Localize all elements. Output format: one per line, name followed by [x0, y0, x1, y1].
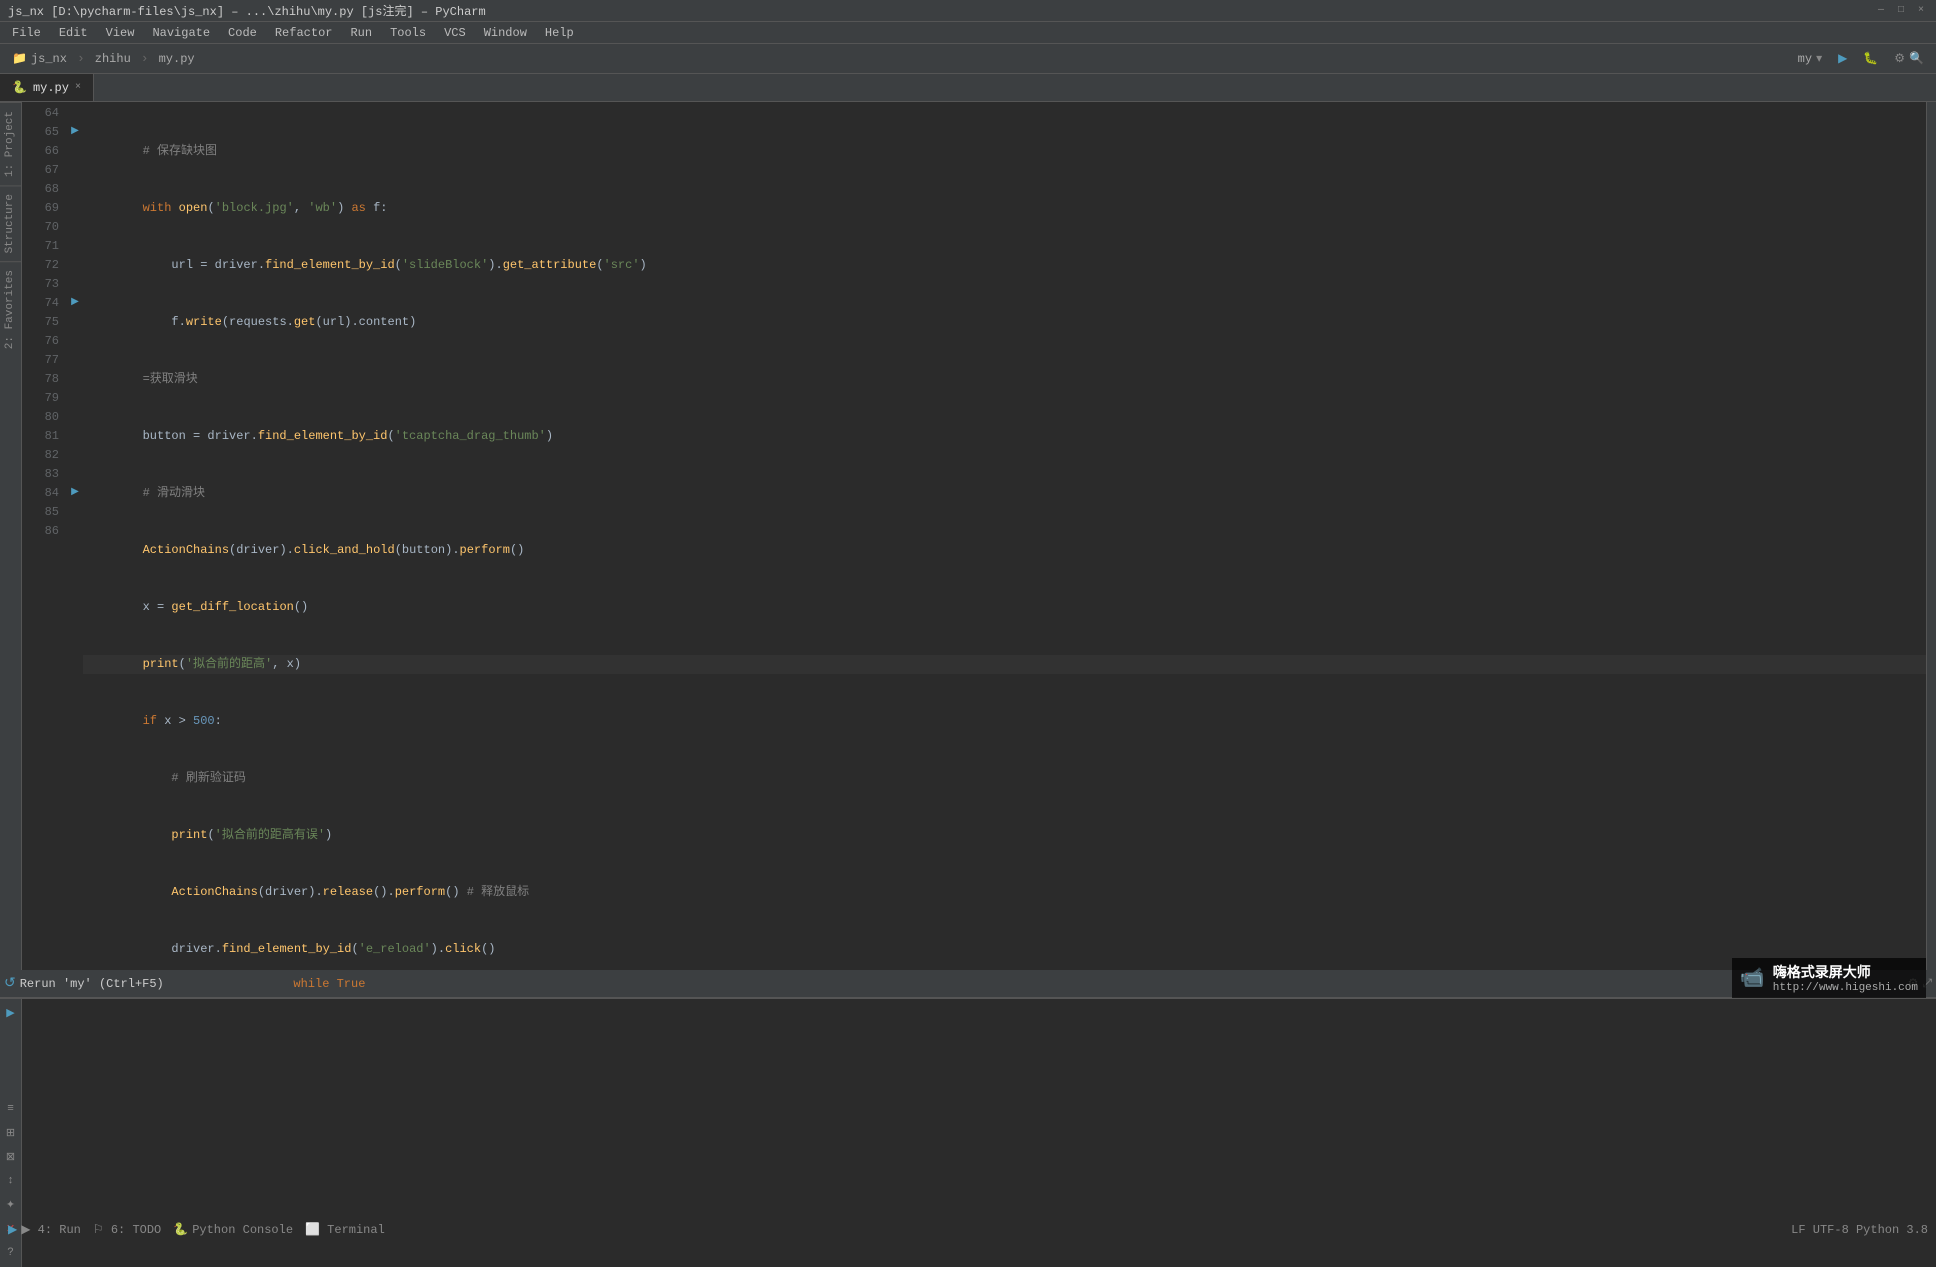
vtab-project[interactable]: 1: Project [0, 102, 21, 185]
run-icon: ▶ [8, 1222, 17, 1237]
search-everywhere-icon[interactable]: 🔍 [1909, 51, 1924, 66]
close-button[interactable]: × [1914, 4, 1928, 18]
watermark-icon: 📹 [1740, 965, 1765, 991]
line-numbers: 64 65 66 67 68 69 70 71 72 73 74 75 76 7… [22, 102, 67, 970]
maximize-button[interactable]: □ [1894, 4, 1908, 18]
code-line-72: x = get_diff_location() [83, 598, 1926, 617]
vtab-favorites[interactable]: 2: Favorites [0, 261, 21, 357]
statusbar-left: ▶ ▶ 4: Run ⚐ 6: TODO 🐍 Python Console ⬜ … [8, 1222, 385, 1237]
toolbar-project[interactable]: 📁 js_nx [6, 49, 73, 68]
gutter: ▶ ▶ ▶ [67, 102, 83, 970]
vertical-tabs: 1: Project Structure 2: Favorites [0, 102, 22, 970]
run-pause-icon[interactable] [1, 1051, 21, 1071]
code-line-75: # 刷新验证码 [83, 769, 1926, 788]
menu-code[interactable]: Code [220, 24, 265, 42]
menu-navigate[interactable]: Navigate [144, 24, 218, 42]
code-line-73: print('拟合前的距高', x) [83, 655, 1926, 674]
editor-tab-mypy[interactable]: 🐍 my.py × [0, 74, 94, 101]
toolbar-icons: ⚙ 🔍 [1888, 49, 1930, 68]
main-layout: 1: Project Structure 2: Favorites 64 65 … [0, 102, 1936, 970]
titlebar: js_nx [D:\pycharm-files\js_nx] – ...\zhi… [0, 0, 1936, 22]
run-scroll-icon[interactable]: ↕ [1, 1171, 21, 1191]
editor-scrollbar[interactable] [1926, 102, 1936, 970]
statusbar-right: LF UTF-8 Python 3.8 [1791, 1223, 1928, 1237]
minimize-button[interactable]: — [1874, 4, 1888, 18]
watermark-brand: 嗨格式录屏大师 [1773, 962, 1918, 982]
menubar: File Edit View Navigate Code Refactor Ru… [0, 22, 1936, 44]
menu-vcs[interactable]: VCS [436, 24, 474, 42]
menu-file[interactable]: File [4, 24, 49, 42]
toolbar-breadcrumb1[interactable]: zhihu [89, 50, 137, 68]
run-clear-icon[interactable]: ⊠ [1, 1147, 21, 1167]
settings-icon[interactable]: ⚙ [1894, 51, 1905, 66]
run-play-icon[interactable]: ▶ [1, 1003, 21, 1023]
code-line-67: f.write(requests.get(url).content) [83, 313, 1926, 332]
debug-button[interactable]: 🐛 [1857, 49, 1884, 68]
code-content[interactable]: # 保存缺块图 with open('block.jpg', 'wb') as … [83, 102, 1926, 970]
code-line-78: driver.find_element_by_id('e_reload').cl… [83, 940, 1926, 959]
toolbar-breadcrumb2[interactable]: my.py [153, 50, 201, 68]
vtab-structure[interactable]: Structure [0, 185, 21, 261]
run-config-selector[interactable]: my ▾ [1792, 49, 1828, 68]
window-title: js_nx [D:\pycharm-files\js_nx] – ...\zhi… [8, 2, 486, 19]
run-toolbar: ↺ Rerun 'my' (Ctrl+F5) while True ⚙ ⤢ [0, 970, 1936, 998]
run-filter-icon[interactable]: ⊞ [1, 1123, 21, 1143]
run-step-icon[interactable] [1, 1075, 21, 1095]
code-line-65: with open('block.jpg', 'wb') as f: [83, 199, 1926, 218]
bottom-panel: ▶ ≡ ⊞ ⊠ ↕ ✦ ✕ ? [0, 998, 1936, 1218]
run-list-icon[interactable]: ≡ [1, 1099, 21, 1119]
code-line-68: =获取滑块 [83, 370, 1926, 389]
watermark: 📹 嗨格式录屏大师 http://www.higeshi.com [1732, 958, 1926, 998]
code-line-71: ActionChains(driver).click_and_hold(butt… [83, 541, 1926, 560]
run-tab-btn[interactable]: ▶ ▶ 4: Run [8, 1222, 81, 1237]
menu-tools[interactable]: Tools [382, 24, 434, 42]
menu-view[interactable]: View [98, 24, 143, 42]
code-line-77: ActionChains(driver).release().perform()… [83, 883, 1926, 902]
watermark-url: http://www.higeshi.com [1773, 982, 1918, 994]
menu-refactor[interactable]: Refactor [267, 24, 341, 42]
encoding-info: LF UTF-8 Python 3.8 [1791, 1223, 1928, 1237]
rerun-icon[interactable]: ↺ [4, 975, 16, 992]
code-line-64: # 保存缺块图 [83, 142, 1926, 161]
code-line-69: button = driver.find_element_by_id('tcap… [83, 427, 1926, 446]
code-line-66: url = driver.find_element_by_id('slideBl… [83, 256, 1926, 275]
todo-tab-btn[interactable]: ⚐ 6: TODO [93, 1222, 161, 1237]
window-controls[interactable]: — □ × [1874, 4, 1928, 18]
run-button[interactable]: ▶ [1832, 49, 1853, 68]
run-label: Rerun 'my' (Ctrl+F5) while True [20, 977, 1904, 991]
menu-run[interactable]: Run [342, 24, 380, 42]
editor-area: 64 65 66 67 68 69 70 71 72 73 74 75 76 7… [22, 102, 1936, 970]
tab-close-icon[interactable]: × [75, 82, 81, 93]
code-line-70: # 滑动滑块 [83, 484, 1926, 503]
code-line-76: print('拟合前的距高有误') [83, 826, 1926, 845]
menu-help[interactable]: Help [537, 24, 582, 42]
menu-window[interactable]: Window [476, 24, 535, 42]
editor-tabbar: 🐍 my.py × [0, 74, 1936, 102]
run-settings-icon[interactable]: ✦ [1, 1195, 21, 1215]
menu-edit[interactable]: Edit [51, 24, 96, 42]
terminal-tab-btn[interactable]: ⬜ Terminal [305, 1222, 385, 1237]
code-editor[interactable]: 64 65 66 67 68 69 70 71 72 73 74 75 76 7… [22, 102, 1936, 970]
run-help-icon[interactable]: ? [1, 1243, 21, 1263]
code-line-74: if x > 500: [83, 712, 1926, 731]
run-stop-icon[interactable] [1, 1027, 21, 1047]
python-console-tab-btn[interactable]: 🐍 Python Console [173, 1222, 293, 1237]
toolbar: 📁 js_nx › zhihu › my.py my ▾ ▶ 🐛 ⚙ 🔍 [0, 44, 1936, 74]
